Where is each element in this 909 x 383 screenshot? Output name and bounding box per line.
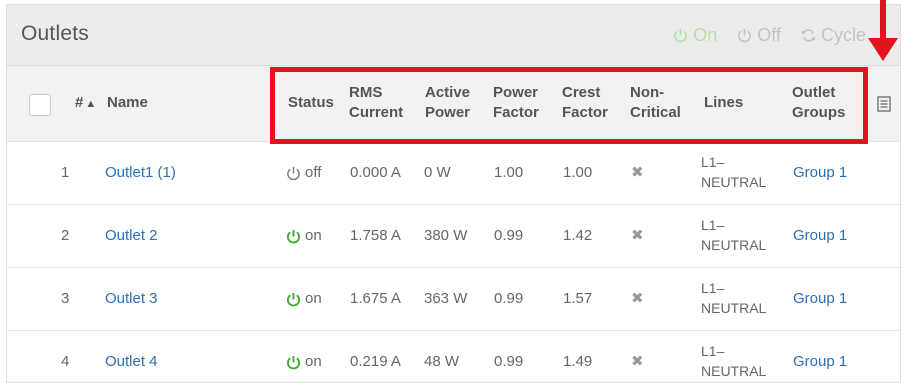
lines-cell: L1– NEUTRAL: [701, 278, 766, 318]
sort-ascending-icon: ▲: [85, 98, 97, 110]
cycle-icon: [801, 29, 816, 42]
highlight-box: [270, 67, 868, 144]
panel-header: Outlets On Off Cycle: [7, 5, 900, 66]
table-row[interactable]: 1 Outlet1 (1) off 0.000 A 0 W 1.00 1.00 …: [7, 142, 900, 205]
power-on-icon: [286, 292, 301, 306]
column-name[interactable]: Name: [107, 93, 148, 113]
lines-neutral: NEUTRAL: [701, 237, 767, 253]
close-icon: ✖: [631, 227, 644, 244]
lines-phase: L1–: [701, 217, 725, 233]
lines-neutral: NEUTRAL: [701, 174, 767, 190]
crest-factor: 1.42: [563, 227, 593, 244]
outlet-name-link[interactable]: Outlet 2: [105, 226, 158, 246]
select-all-checkbox[interactable]: [29, 94, 51, 116]
crest-factor: 1.49: [563, 353, 593, 370]
lines-phase: L1–: [701, 343, 725, 359]
cycle-label: Cycle: [820, 25, 866, 45]
outlet-name-link[interactable]: Outlet 4: [105, 352, 158, 372]
active-power: 363 W: [424, 290, 468, 307]
rms-current: 1.675 A: [350, 290, 401, 307]
table-row[interactable]: 4 Outlet 4 on 0.219 A 48 W 0.99 1.49 ✖ L…: [7, 331, 900, 382]
row-number: 2: [61, 227, 70, 244]
lines-neutral: NEUTRAL: [701, 300, 767, 316]
status-text: on: [305, 290, 322, 307]
outlet-actions: On Off Cycle: [673, 25, 866, 46]
group-link[interactable]: Group 1: [793, 226, 847, 246]
column-number[interactable]: # ▲: [75, 93, 96, 114]
power-off-icon: [287, 166, 300, 180]
status-text: on: [305, 353, 322, 370]
power-on-icon: [286, 229, 301, 243]
group-link[interactable]: Group 1: [793, 352, 847, 372]
off-label: Off: [757, 25, 781, 45]
outlet-name-link[interactable]: Outlet1 (1): [105, 163, 176, 183]
close-icon: ✖: [631, 164, 644, 181]
power-on-icon: [286, 355, 301, 369]
status-cell: on: [286, 226, 322, 246]
lines-neutral: NEUTRAL: [701, 363, 767, 379]
column-number-label: #: [75, 94, 84, 111]
lines-phase: L1–: [701, 154, 725, 170]
arrow-down-icon: [868, 0, 898, 61]
power-factor: 0.99: [494, 353, 524, 370]
table-row[interactable]: 2 Outlet 2 on 1.758 A 380 W 0.99 1.42 ✖ …: [7, 205, 900, 268]
crest-factor: 1.00: [563, 164, 593, 181]
active-power: 380 W: [424, 227, 468, 244]
status-text: on: [305, 227, 322, 244]
crest-factor: 1.57: [563, 290, 593, 307]
off-button[interactable]: Off: [737, 25, 781, 46]
active-power: 48 W: [424, 353, 460, 370]
power-icon: [674, 28, 688, 43]
row-number: 1: [61, 164, 70, 181]
cycle-button[interactable]: Cycle: [801, 25, 866, 46]
status-cell: off: [286, 163, 321, 183]
rms-current: 1.758 A: [350, 227, 401, 244]
active-power: 0 W: [424, 164, 451, 181]
lines-cell: L1– NEUTRAL: [701, 341, 766, 381]
rms-current: 0.219 A: [350, 353, 401, 370]
lines-cell: L1– NEUTRAL: [701, 152, 766, 192]
row-number: 3: [61, 290, 70, 307]
status-cell: on: [286, 289, 322, 309]
row-number: 4: [61, 353, 70, 370]
table-row[interactable]: 3 Outlet 3 on 1.675 A 363 W 0.99 1.57 ✖ …: [7, 268, 900, 331]
group-link[interactable]: Group 1: [793, 289, 847, 309]
on-button[interactable]: On: [673, 25, 717, 46]
lines-phase: L1–: [701, 280, 725, 296]
close-icon: ✖: [631, 290, 644, 307]
rms-current: 0.000 A: [350, 164, 401, 181]
power-factor: 0.99: [494, 227, 524, 244]
outlets-panel: Outlets On Off Cycle # ▲ Name Status RMS…: [6, 4, 901, 383]
power-factor: 0.99: [494, 290, 524, 307]
power-icon: [738, 28, 752, 43]
group-link[interactable]: Group 1: [793, 163, 847, 183]
lines-cell: L1– NEUTRAL: [701, 215, 766, 255]
power-factor: 1.00: [494, 164, 524, 181]
status-text: off: [305, 164, 322, 181]
status-cell: on: [286, 352, 322, 372]
on-label: On: [693, 25, 718, 45]
outlet-name-link[interactable]: Outlet 3: [105, 289, 158, 309]
close-icon: ✖: [631, 353, 644, 370]
column-settings-icon[interactable]: [877, 96, 891, 112]
page-title: Outlets: [21, 22, 89, 45]
